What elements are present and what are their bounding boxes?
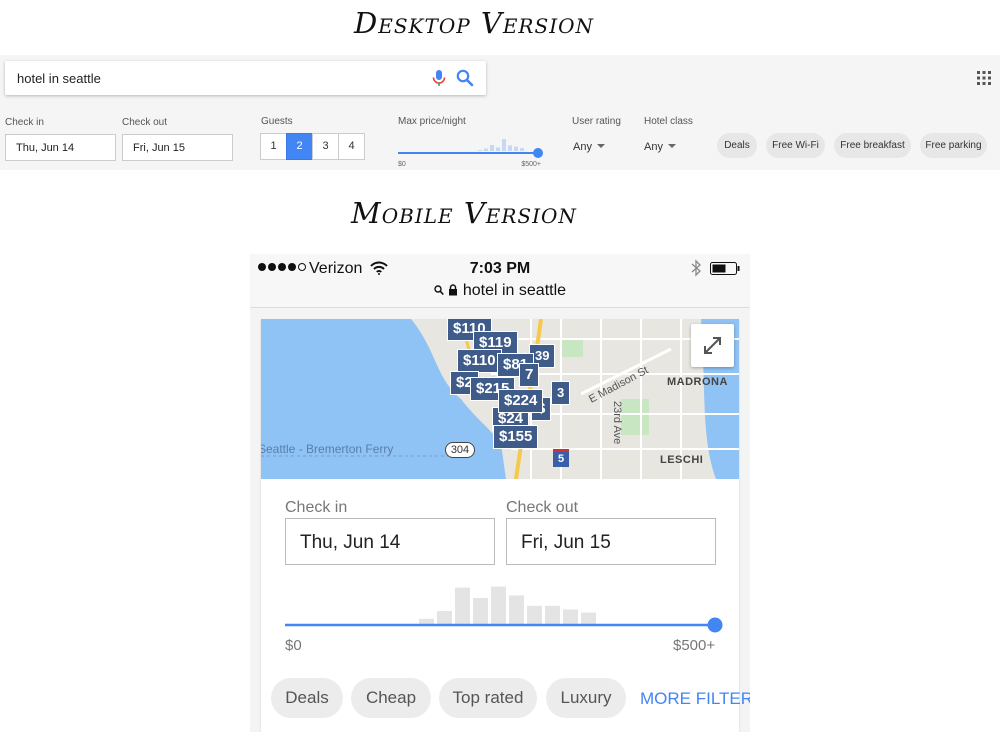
user-rating-value: Any [573, 141, 592, 153]
check-in-label: Check in [5, 117, 44, 128]
bluetooth-icon [691, 259, 701, 277]
search-icon [434, 285, 444, 296]
histogram-bar [455, 587, 470, 624]
hotel-search-card: E Madison St 23rd Ave MADRONA LESCHI Sea… [261, 319, 750, 732]
guest-option-4[interactable]: 4 [338, 133, 365, 160]
mobile-check-in-field[interactable]: Thu, Jun 14 [285, 518, 495, 565]
histogram-bar [520, 148, 524, 151]
histogram-bar [491, 586, 506, 624]
chevron-down-icon [667, 144, 676, 148]
desktop-search-panel: hotel in seattle Check in Thu, Jun 14 Ch… [0, 55, 1000, 170]
hotel-class-dropdown[interactable]: Any [644, 141, 676, 153]
histogram-bar [419, 618, 434, 624]
hotel-class-value: Any [644, 141, 663, 153]
price-pin[interactable]: 7 [519, 363, 540, 387]
filter-chip-free-wifi[interactable]: Free Wi-Fi [766, 133, 825, 158]
filter-chip-cheap[interactable]: Cheap [351, 678, 431, 718]
guests-selector: 1 2 3 4 [260, 133, 365, 160]
histogram-bar [473, 598, 488, 624]
price-pin[interactable]: $224 [498, 389, 544, 413]
guests-label: Guests [261, 116, 293, 127]
histogram-bar [514, 146, 518, 151]
filter-chip-free-breakfast[interactable]: Free breakfast [834, 133, 911, 158]
price-histogram [478, 139, 524, 151]
apps-grid-icon[interactable] [977, 71, 991, 85]
search-icon[interactable] [455, 68, 475, 88]
filter-chip-deals[interactable]: Deals [271, 678, 343, 718]
mobile-check-out-label: Check out [506, 499, 579, 516]
mobile-price-max: $500+ [673, 637, 716, 654]
mobile-version-heading: Mobile Version [351, 196, 577, 230]
price-slider[interactable]: $0 $500+ [398, 130, 544, 168]
histogram-bar [508, 145, 512, 151]
user-rating-dropdown[interactable]: Any [573, 141, 605, 153]
expand-icon [704, 337, 721, 354]
search-box[interactable]: hotel in seattle [5, 61, 486, 95]
map-label-madrona: MADRONA [667, 376, 728, 388]
check-out-field[interactable]: Fri, Jun 15 [122, 134, 233, 161]
status-time: 7:03 PM [469, 260, 531, 277]
mobile-check-out-field[interactable]: Fri, Jun 15 [506, 518, 716, 565]
price-pin[interactable]: 3 [551, 381, 571, 405]
street-label-23rd: 23rd Ave [611, 401, 623, 445]
histogram-bar [490, 145, 494, 151]
price-min-label: $0 [398, 161, 406, 168]
desktop-version-heading: Desktop Version [353, 6, 594, 40]
hotel-class-label: Hotel class [644, 116, 693, 127]
address-bar[interactable]: hotel in seattle [250, 282, 750, 300]
mobile-price-min: $0 [285, 637, 302, 654]
guest-option-3[interactable]: 3 [312, 133, 339, 160]
check-out-label: Check out [122, 117, 168, 128]
map-label-ferry: Seattle - Bremerton Ferry [261, 442, 394, 456]
histogram-bar [581, 612, 596, 624]
guest-option-2[interactable]: 2 [286, 133, 313, 160]
histogram-bar [545, 605, 560, 624]
price-histogram [419, 586, 596, 624]
price-pin[interactable]: $110 [457, 349, 502, 373]
expand-map-button[interactable] [691, 324, 734, 367]
mobile-phone-screen: Verizon 7:03 PM hotel in seattle E Madis… [250, 254, 750, 732]
price-pin[interactable]: $155 [493, 425, 539, 449]
mobile-check-in-label: Check in [285, 499, 348, 516]
check-in-field[interactable]: Thu, Jun 14 [5, 134, 116, 161]
map-label-leschi: LESCHI [660, 454, 704, 466]
filter-chip-free-parking[interactable]: Free parking [920, 133, 987, 158]
histogram-bar [437, 611, 452, 624]
route-shield-i5: 5 [553, 449, 569, 467]
price-slider-handle[interactable] [707, 617, 723, 633]
price-max-label: $500+ [521, 161, 541, 168]
guest-option-1[interactable]: 1 [260, 133, 287, 160]
lock-icon [449, 284, 458, 296]
mobile-price-slider[interactable] [285, 583, 725, 635]
price-slider-handle[interactable] [533, 148, 543, 158]
histogram-bar [502, 139, 506, 151]
filter-chip-top-rated[interactable]: Top rated [439, 678, 537, 718]
histogram-bar [527, 605, 542, 624]
microphone-icon[interactable] [429, 68, 449, 88]
histogram-bar [478, 150, 482, 151]
histogram-bar [563, 609, 578, 624]
route-shield-304: 304 [445, 442, 475, 458]
status-bar: Verizon 7:03 PM hotel in seattle [250, 254, 750, 308]
filter-chip-deals[interactable]: Deals [717, 133, 757, 158]
battery-icon [710, 262, 740, 275]
max-price-label: Max price/night [398, 116, 466, 127]
histogram-bar [509, 595, 524, 624]
histogram-bar [484, 148, 488, 151]
url-text: hotel in seattle [462, 282, 567, 299]
hotel-map[interactable]: E Madison St 23rd Ave MADRONA LESCHI Sea… [261, 319, 739, 479]
more-filters-link[interactable]: MORE FILTER [640, 689, 750, 709]
chevron-down-icon [596, 144, 605, 148]
user-rating-label: User rating [572, 116, 621, 127]
histogram-bar [496, 147, 500, 151]
search-input[interactable]: hotel in seattle [17, 71, 101, 86]
filter-chip-luxury[interactable]: Luxury [546, 678, 626, 718]
